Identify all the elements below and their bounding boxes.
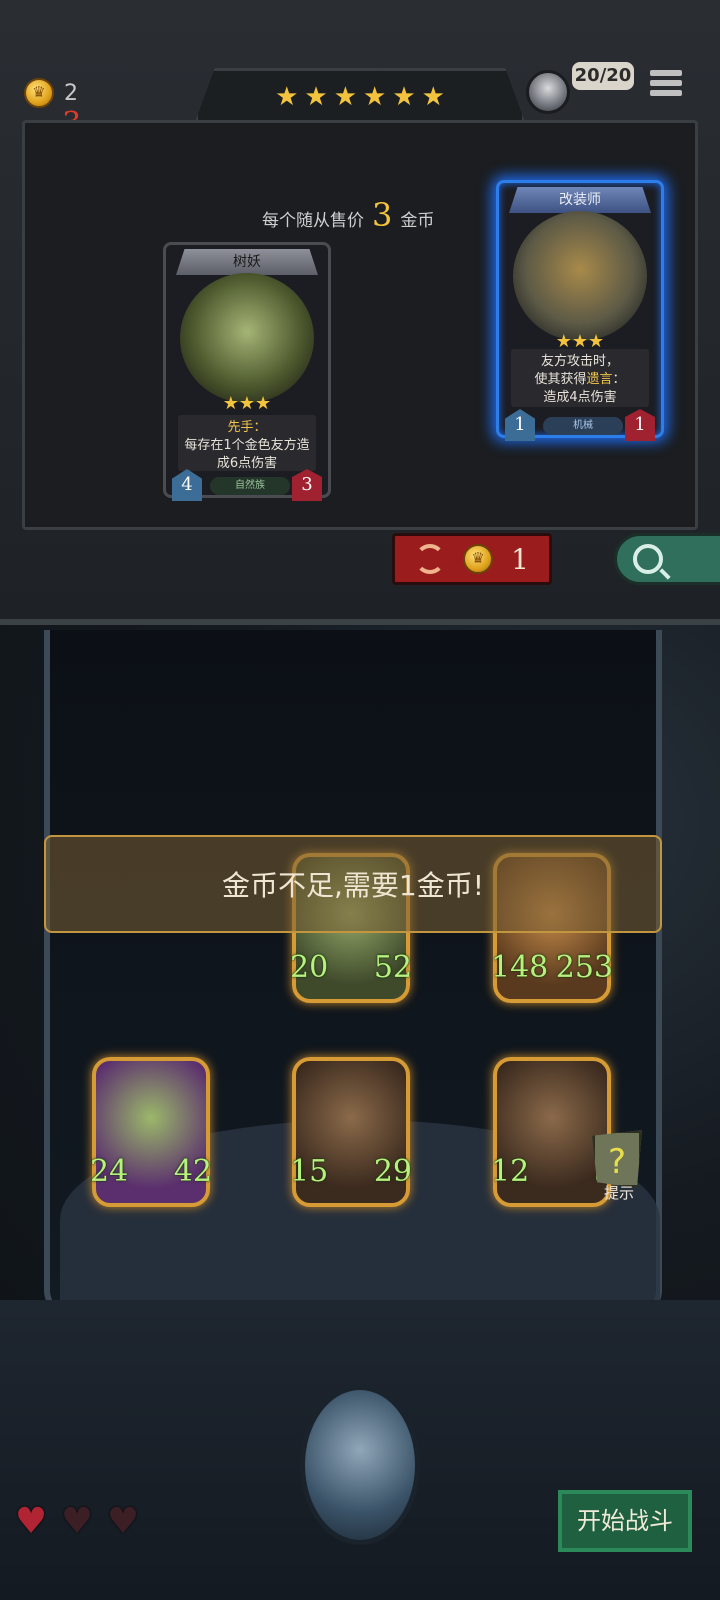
card-effect-line2: 使其获得遗言： [534, 372, 626, 387]
sell-price-info: 每个随从售价 3 金币 [262, 196, 434, 234]
refresh-icon [415, 544, 446, 574]
unit-attack: 20 [290, 950, 329, 985]
sell-price: 3 [372, 196, 393, 234]
card-description: 友方攻击时， 使其获得遗言： 造成4点伤害 [511, 349, 649, 407]
sell-suffix: 金币 [400, 211, 435, 231]
refresh-shop-button[interactable]: 1 [392, 533, 552, 585]
unit-attack: 148 [491, 950, 549, 985]
star-icon: ★ [275, 81, 299, 112]
hint-label: 提示 [604, 1184, 635, 1202]
card-attack: 1 [505, 409, 535, 441]
card-effect-line3: 造成4点伤害 [543, 390, 617, 405]
unit-attack: 12 [491, 1154, 530, 1189]
search-button[interactable] [614, 533, 720, 585]
star-icon: ★ [333, 81, 357, 112]
unit-health: 29 [373, 1154, 412, 1189]
gold-amount: 2 [64, 80, 78, 106]
unit-attack: 24 [90, 1154, 129, 1189]
star-icon: ★ [304, 81, 328, 112]
heart-icon: ♥ [106, 1501, 140, 1542]
unit-health: 52 [373, 950, 412, 985]
card-name: 改装师 [509, 187, 651, 213]
question-icon: ? [592, 1130, 642, 1188]
card-attack: 4 [172, 469, 202, 501]
coin-icon [24, 78, 54, 108]
lives-indicator: ♥ ♥ ♥ [12, 1501, 142, 1542]
gold-counter: 2 [24, 78, 78, 108]
card-description: 先手： 每存在1个金色友方造成6点伤害 [178, 415, 316, 471]
card-tribe: 机械 [543, 417, 623, 435]
card-tribe: 自然族 [210, 477, 290, 495]
insufficient-gold-toast: 金币不足,需要1金币! [44, 835, 662, 933]
card-effect-line1: 友方攻击时， [540, 354, 619, 369]
card-keyword: 遗言 [586, 372, 613, 387]
unit-health: 42 [173, 1154, 212, 1189]
search-icon [633, 544, 663, 574]
heart-icon: ♥ [14, 1501, 48, 1542]
sell-prefix: 每个随从售价 [262, 211, 364, 231]
star-icon: ★ [363, 81, 387, 112]
unit-attack: 15 [290, 1154, 329, 1189]
board-unit[interactable]: 24 42 [90, 1057, 212, 1207]
card-stars: ★★★ [222, 393, 272, 414]
card-keyword: 先手： [227, 420, 267, 435]
star-icon: ★ [392, 81, 416, 112]
tavern-tier-stars: ★ ★ ★ ★ ★ ★ [195, 68, 525, 122]
star-icon: ★ [421, 81, 445, 112]
shop-card-modifier[interactable]: 改装师 ★★★ 友方攻击时， 使其获得遗言： 造成4点伤害 1 机械 1 [496, 180, 664, 441]
shop-card-dryad[interactable]: 树妖 ★★★ 先手： 每存在1个金色友方造成6点伤害 4 自然族 3 [163, 242, 331, 501]
player-avatar[interactable] [526, 70, 570, 114]
heart-icon: ♥ [60, 1501, 94, 1542]
start-battle-button[interactable]: 开始战斗 [558, 1490, 692, 1552]
card-health: 3 [292, 469, 322, 501]
card-portrait [180, 273, 314, 403]
card-health: 1 [625, 409, 655, 441]
hint-button[interactable]: ? 提示 [592, 1130, 650, 1208]
coin-icon [463, 544, 494, 574]
menu-button[interactable] [650, 70, 682, 102]
shop-panel: ★ ★ ★ ★ ★ ★ 2 -3 20/20 每个随从售价 3 金币 树妖 ★★… [0, 0, 720, 625]
eye-gem-decoration [300, 1385, 420, 1545]
refresh-cost: 1 [511, 542, 529, 576]
card-effect: 每存在1个金色友方造成6点伤害 [184, 438, 310, 471]
population-badge: 20/20 [572, 62, 634, 90]
card-name: 树妖 [176, 249, 318, 275]
board-unit[interactable]: 15 29 [290, 1057, 412, 1207]
unit-health: 253 [555, 950, 613, 985]
card-portrait [513, 211, 647, 341]
menu-icon [650, 70, 682, 76]
